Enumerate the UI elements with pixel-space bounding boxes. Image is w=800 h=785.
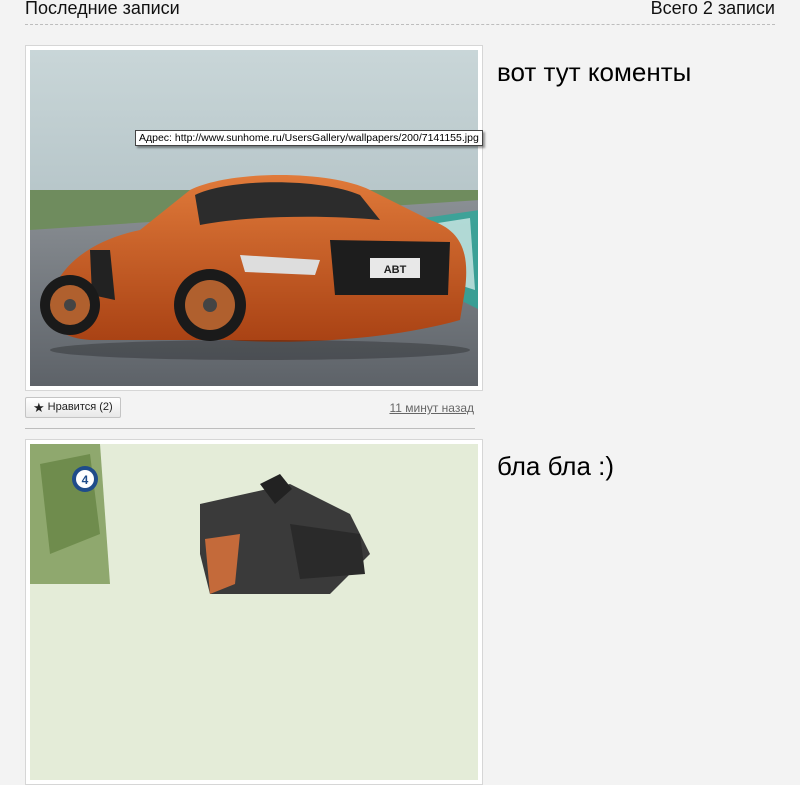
like-button[interactable]: ★ Нравится (2) [25, 397, 121, 418]
like-label: Нравится (2) [47, 401, 113, 413]
photo-frame[interactable]: 4 [25, 439, 483, 785]
motorcycle-photo[interactable]: 4 [30, 444, 478, 780]
section-title: Последние записи [25, 0, 180, 18]
post-text: бла бла :) [497, 451, 615, 481]
section-header: Последние записи Всего 2 записи [25, 0, 775, 25]
star-icon: ★ [33, 400, 45, 415]
car-photo[interactable]: ABT [30, 50, 478, 386]
post-divider [25, 428, 475, 429]
records-count: Всего 2 записи [650, 0, 775, 18]
car-image: ABT [30, 50, 478, 386]
svg-text:4: 4 [82, 473, 89, 487]
post-text: вот тут коменты [497, 57, 692, 87]
svg-text:ABT: ABT [384, 264, 407, 276]
motorcycle-image: 4 [30, 444, 478, 780]
post-time-link[interactable]: 11 минут назад [389, 401, 474, 415]
photo-frame[interactable]: ABT [25, 45, 483, 391]
image-address-tooltip: Адрес: http://www.sunhome.ru/UsersGaller… [135, 130, 483, 146]
